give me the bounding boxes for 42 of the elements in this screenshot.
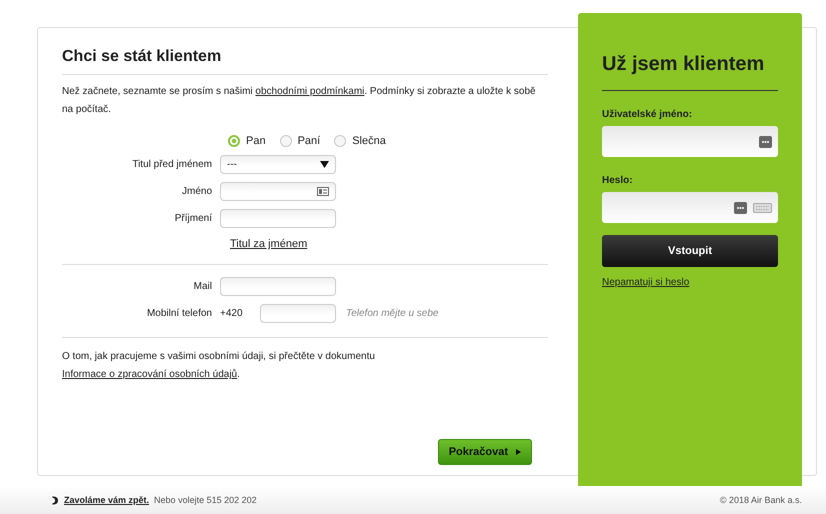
title-after-link[interactable]: Titul za jménem — [230, 238, 308, 250]
field-hint: Telefon mějte u sebe — [346, 308, 438, 319]
field-label: Mobilní telefon — [146, 308, 213, 319]
login-title: Už jsem klientem — [602, 53, 778, 91]
field-label: Jméno — [180, 186, 213, 197]
section-title: Chci se stát klientem — [62, 48, 548, 75]
input-field[interactable] — [220, 182, 336, 201]
keyboard-icon[interactable] — [753, 202, 772, 212]
field-label: Příjmení — [174, 213, 213, 224]
copyright-text: © 2018 Air Bank a.s. — [720, 495, 802, 505]
terms-link[interactable]: obchodními podmínkami — [255, 86, 364, 97]
radio-button[interactable] — [228, 135, 240, 147]
call-text: Nebo volejte 515 202 202 — [154, 495, 257, 505]
input-field[interactable] — [260, 304, 336, 323]
callback-link[interactable]: Zavoláme vám zpět. — [64, 495, 150, 505]
dots-icon[interactable] — [734, 202, 747, 214]
login-button[interactable]: Vstoupit — [602, 235, 778, 267]
play-icon — [516, 449, 521, 455]
contact-card-icon[interactable] — [317, 187, 329, 196]
username-field[interactable] — [602, 126, 778, 157]
forgot-password-link[interactable]: Nepamatuji si heslo — [602, 277, 690, 288]
field-label: Mail — [192, 281, 213, 292]
caret-icon — [320, 161, 329, 168]
radio-label: Paní — [298, 135, 320, 147]
radio-button[interactable] — [280, 135, 292, 147]
phone-icon — [52, 496, 58, 504]
radio-button[interactable] — [334, 135, 346, 147]
dots-icon[interactable] — [759, 136, 772, 148]
password-field[interactable] — [602, 192, 778, 223]
field-label: Heslo: — [602, 175, 634, 186]
phone-prefix: +420 — [220, 308, 244, 319]
title-dropdown[interactable]: --- — [220, 155, 336, 174]
radio-label: Slečna — [352, 135, 386, 147]
radio-label: Pan — [246, 135, 266, 147]
field-label: Titul před jménem — [131, 159, 213, 170]
field-label: Uživatelské jméno: — [602, 109, 694, 120]
intro-text: Než začnete, seznamte se prosím s našimi obchodními podmínkami. Podmínky si zobrazte a uložte k sobě na počítač. — [62, 85, 537, 117]
continue-button[interactable]: Pokračovat — [438, 439, 532, 465]
input-field[interactable] — [220, 209, 336, 228]
privacy-text: O tom, jak pracujeme s vašimi osobními údaji, si přečtěte v dokumentu Informace o zpracování osobních údajů. — [62, 350, 376, 382]
privacy-link[interactable]: Informace o zpracování osobních údajů — [62, 369, 238, 380]
input-field[interactable] — [220, 277, 336, 296]
